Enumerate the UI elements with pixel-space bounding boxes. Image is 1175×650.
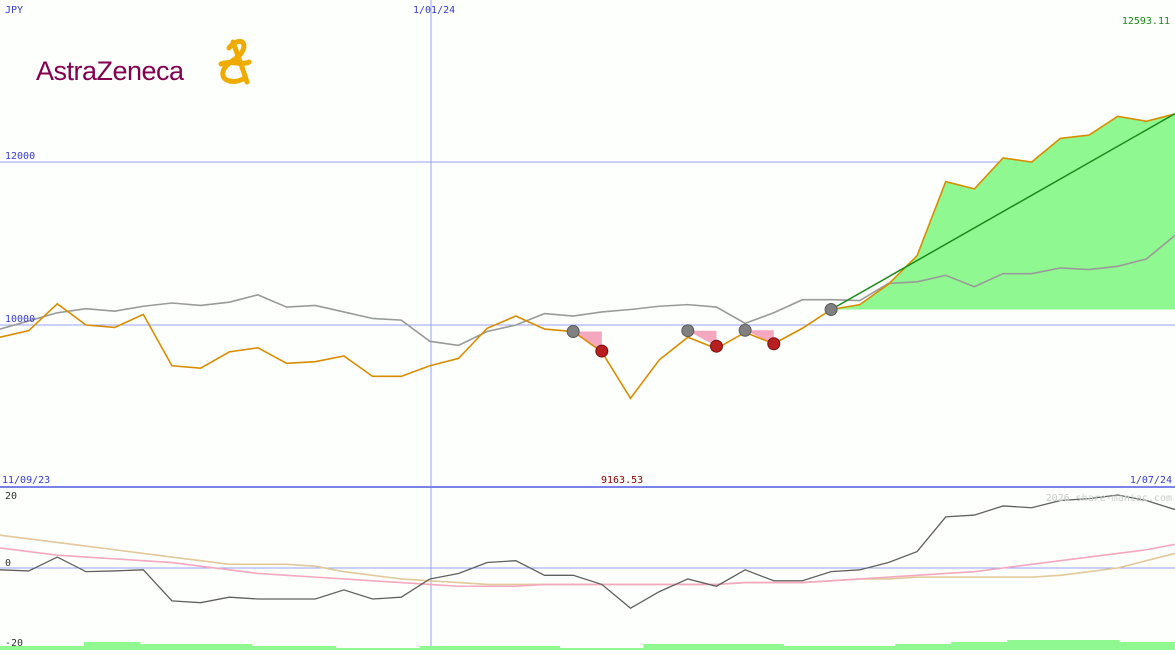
volume-bar — [727, 644, 756, 650]
last-value-label: 12593.11 — [1122, 16, 1170, 27]
volume-bar — [1007, 640, 1036, 650]
volume-bar — [895, 644, 924, 650]
volume-bar — [979, 642, 1008, 650]
volume-bar — [699, 644, 728, 650]
chart-stage: JPY 1/01/24 12593.11 12000 10000 11/09/2… — [0, 0, 1175, 650]
volume-bar — [503, 646, 533, 650]
signal-marker — [738, 323, 752, 337]
oscillator-slow-line — [0, 534, 1175, 586]
volume-bar — [447, 646, 477, 650]
volume-bar — [755, 644, 784, 650]
volume-bar — [1035, 640, 1064, 650]
volume-bar — [867, 646, 896, 650]
volume-bar — [223, 644, 253, 650]
volume-bar — [1063, 640, 1092, 650]
volume-bar — [811, 646, 840, 650]
volume-bar — [27, 646, 57, 650]
volume-bar — [1091, 640, 1120, 650]
volume-bar — [671, 644, 700, 650]
volume-bar — [251, 646, 281, 650]
y-tick-label: 10000 — [5, 314, 35, 325]
volume-bar — [419, 646, 449, 650]
volume-bar — [783, 646, 812, 650]
chart-svg: JPY 1/01/24 12593.11 12000 10000 11/09/2… — [0, 0, 1175, 650]
volume-bar — [139, 644, 169, 650]
volume-bar — [923, 644, 952, 650]
volume-bar — [307, 646, 337, 650]
low-value-label: 9163.53 — [601, 475, 643, 486]
sell-signal-marker — [767, 337, 781, 351]
date-start-label: 11/09/23 — [2, 475, 50, 486]
signal-marker — [824, 303, 838, 317]
volume-bar — [55, 646, 85, 650]
date-end-label: 1/07/24 — [1130, 475, 1172, 486]
volume-bar — [643, 644, 672, 650]
volume-bar — [1119, 642, 1148, 650]
signal-marker — [681, 324, 695, 338]
y-tick-label: 12000 — [5, 151, 35, 162]
osc-tick-label: 0 — [5, 558, 11, 569]
oscillator-panel — [0, 494, 1175, 650]
osc-tick-label: 20 — [5, 491, 17, 502]
volume-bar — [279, 646, 309, 650]
volume-bar — [167, 644, 197, 650]
sell-signal-marker — [595, 344, 609, 358]
volume-bar — [951, 642, 980, 650]
volume-bar — [1147, 642, 1175, 650]
watermark: 2026 share-maniac.com — [1046, 493, 1172, 504]
oscillator-line — [0, 494, 1175, 609]
volume-bar — [195, 644, 225, 650]
volume-bar — [111, 642, 141, 650]
currency-label: JPY — [5, 5, 23, 16]
volume-bar — [475, 646, 505, 650]
volume-bar — [531, 646, 561, 650]
volume-bar — [83, 642, 113, 650]
signal-marker — [566, 325, 580, 339]
sell-signal-marker — [709, 339, 723, 353]
logo-wordmark: AstraZeneca — [36, 56, 184, 86]
osc-tick-label: -20 — [5, 638, 23, 649]
price-panel — [0, 113, 1175, 400]
date-mid-label: 1/01/24 — [413, 5, 455, 16]
volume-bar — [839, 646, 868, 650]
